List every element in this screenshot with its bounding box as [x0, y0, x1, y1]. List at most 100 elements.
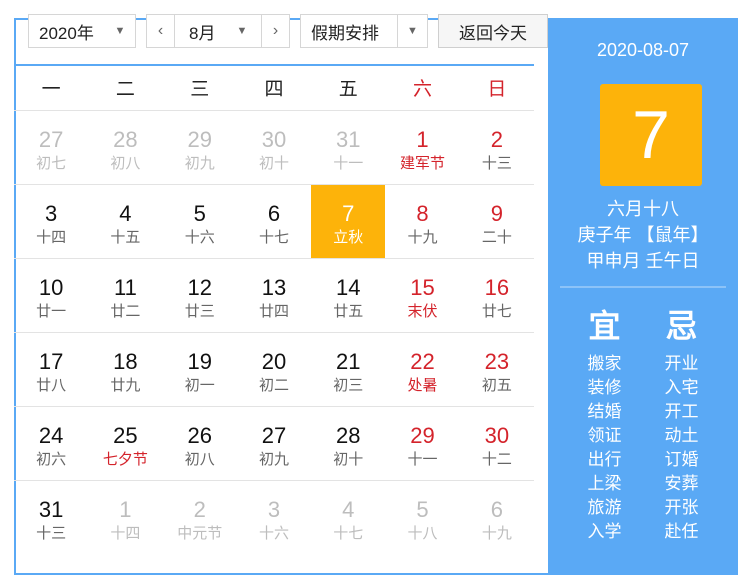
yi-item: 出行: [587, 450, 622, 469]
day-number: 21: [336, 349, 361, 374]
day-cell[interactable]: 20 初二: [237, 333, 311, 406]
day-number: 18: [113, 349, 138, 374]
day-number: 16: [484, 275, 510, 300]
day-cell[interactable]: 27 初七: [14, 111, 88, 184]
day-cell[interactable]: 28 初十: [311, 407, 385, 480]
month-select[interactable]: ‹ 8月 ▼ ›: [146, 14, 290, 48]
back-to-today-button[interactable]: 返回今天: [438, 14, 548, 48]
day-cell[interactable]: 26 初八: [163, 407, 237, 480]
day-cell[interactable]: 2 中元节: [163, 481, 237, 554]
day-cell[interactable]: 12 廿三: [163, 259, 237, 332]
day-number: 28: [336, 423, 361, 448]
day-number: 2: [490, 127, 503, 152]
day-number: 27: [38, 127, 64, 152]
day-cell[interactable]: 13 廿四: [237, 259, 311, 332]
day-cell[interactable]: 18 廿九: [88, 333, 162, 406]
weekday-label: 一: [41, 79, 61, 100]
day-cell[interactable]: 29 初九: [163, 111, 237, 184]
day-number: 5: [416, 497, 429, 522]
lunar-label: 初六: [36, 451, 67, 468]
yi-item: 上梁: [587, 474, 622, 493]
day-cell[interactable]: 30 十二: [460, 407, 534, 480]
day-number: 26: [187, 423, 212, 448]
yi-item: 装修: [587, 378, 622, 397]
day-cell[interactable]: 4 十七: [311, 481, 385, 554]
selected-day-number: 7: [600, 84, 702, 186]
day-cell[interactable]: 14 廿五: [311, 259, 385, 332]
day-cell[interactable]: 8 十九: [385, 185, 459, 258]
day-cell[interactable]: 23 初五: [460, 333, 534, 406]
day-cell[interactable]: 1 建军节: [385, 111, 459, 184]
calendar-week-row: 27 初七 28 初八 29 初九 30 初十 31 十一 1 建军节 2 十三: [14, 110, 534, 184]
day-cell[interactable]: 22 处暑: [385, 333, 459, 406]
day-number: 14: [336, 275, 361, 300]
day-cell[interactable]: 31 十三: [14, 481, 88, 554]
day-cell[interactable]: 5 十六: [163, 185, 237, 258]
day-cell[interactable]: 15 末伏: [385, 259, 459, 332]
holiday-value: 假期安排: [311, 23, 379, 43]
lunar-label: 十三: [36, 525, 67, 542]
weekday-label: 三: [190, 79, 210, 100]
lunar-label: 初一: [184, 377, 215, 394]
lunar-label: 廿一: [36, 303, 67, 320]
lunar-label: 立秋: [333, 229, 364, 246]
day-cell[interactable]: 9 二十: [460, 185, 534, 258]
day-number: 19: [187, 349, 212, 374]
back-to-today-label: 返回今天: [459, 23, 527, 43]
panel-divider: [560, 286, 726, 288]
yi-item: 结婚: [587, 402, 622, 421]
day-cell[interactable]: 3 十六: [237, 481, 311, 554]
calendar-week-row: 31 十三 1 十四 2 中元节 3 十六 4 十七 5 十八 6 十九: [14, 480, 534, 554]
day-number: 1: [119, 497, 132, 522]
day-cell[interactable]: 3 十四: [14, 185, 88, 258]
day-cell[interactable]: 17 廿八: [14, 333, 88, 406]
day-cell[interactable]: 10 廿一: [14, 259, 88, 332]
lunar-label: 处暑: [407, 377, 438, 394]
day-number: 23: [484, 349, 510, 374]
day-number: 28: [113, 127, 138, 152]
day-number: 12: [187, 275, 212, 300]
lunar-label: 十六: [258, 525, 289, 542]
calendar-week-row: 3 十四 4 十五 5 十六 6 十七 7 立秋 8 十九 9 二十: [14, 184, 534, 258]
chevron-left-icon[interactable]: ‹: [147, 15, 175, 47]
lunar-label: 初五: [481, 377, 512, 394]
day-number: 17: [38, 349, 64, 374]
day-cell[interactable]: 27 初九: [237, 407, 311, 480]
lunar-label: 十九: [481, 525, 512, 542]
month-day-ganzhi: 甲申月 壬午日: [586, 251, 700, 271]
day-number: 15: [410, 275, 435, 300]
day-cell[interactable]: 5 十八: [385, 481, 459, 554]
day-cell[interactable]: 2 十三: [460, 111, 534, 184]
lunar-label: 廿二: [110, 303, 141, 320]
day-cell-selected[interactable]: 7 立秋: [311, 185, 386, 258]
day-cell[interactable]: 1 十四: [88, 481, 162, 554]
weekday-label: 四: [264, 79, 284, 100]
holiday-select[interactable]: 假期安排 ▼: [300, 14, 428, 48]
ji-title: 忌: [665, 308, 698, 344]
day-cell[interactable]: 21 初三: [311, 333, 385, 406]
day-cell[interactable]: 24 初六: [14, 407, 88, 480]
day-cell[interactable]: 11 廿二: [88, 259, 162, 332]
day-cell[interactable]: 30 初十: [237, 111, 311, 184]
lunar-label: 廿九: [110, 377, 141, 394]
day-cell[interactable]: 28 初八: [88, 111, 162, 184]
lunar-label: 初三: [333, 377, 364, 394]
year-select[interactable]: 2020年 ▼: [28, 14, 136, 48]
day-cell[interactable]: 4 十五: [88, 185, 162, 258]
day-cell[interactable]: 16 廿七: [460, 259, 534, 332]
lunar-label: 十七: [333, 525, 364, 542]
day-number: 4: [342, 497, 355, 522]
lunar-label: 初十: [333, 451, 364, 468]
day-number: 10: [38, 275, 64, 300]
lunar-label: 廿五: [333, 303, 364, 320]
day-cell[interactable]: 25 七夕节: [88, 407, 162, 480]
day-cell[interactable]: 19 初一: [163, 333, 237, 406]
day-cell[interactable]: 6 十九: [460, 481, 534, 554]
yi-title: 宜: [588, 308, 621, 344]
day-number: 11: [114, 275, 137, 300]
chevron-right-icon[interactable]: ›: [261, 15, 289, 47]
weekday-label: 日: [487, 79, 507, 100]
day-cell[interactable]: 29 十一: [385, 407, 459, 480]
day-cell[interactable]: 31 十一: [311, 111, 385, 184]
day-cell[interactable]: 6 十七: [237, 185, 311, 258]
